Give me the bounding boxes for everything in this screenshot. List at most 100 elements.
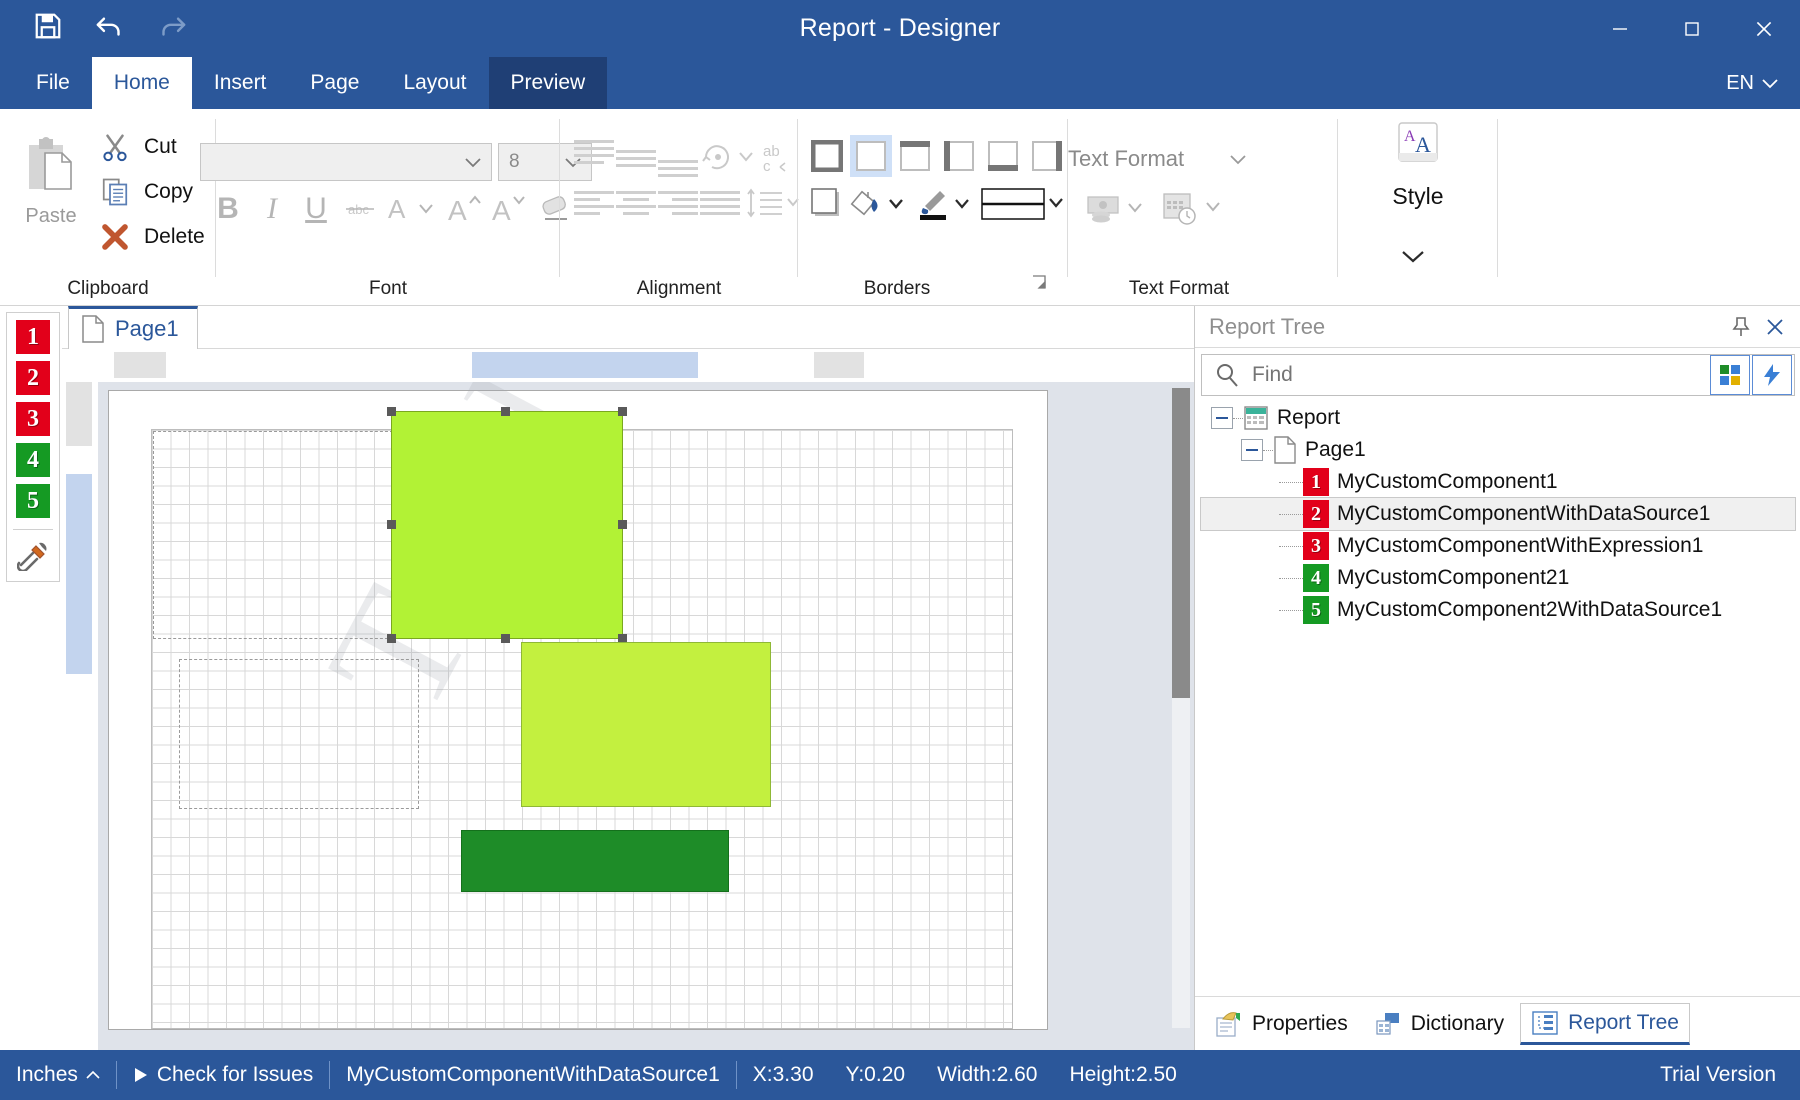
tree-node-page1[interactable]: Page1	[1201, 434, 1795, 466]
delete-button[interactable]: Delete	[100, 217, 205, 257]
status-y: Y:0.20	[845, 1063, 906, 1086]
close-panel-icon[interactable]	[1758, 310, 1792, 344]
ribbon-group-style: A A Style	[1338, 109, 1498, 306]
expander-report[interactable]	[1211, 407, 1233, 429]
report-tree-panel: Report Tree Find Report Page1 1 MyCustom…	[1194, 306, 1800, 1050]
report-tree-find-input[interactable]	[1252, 363, 1710, 387]
align-justify-button[interactable]	[694, 183, 746, 223]
border-bottom-button[interactable]	[982, 135, 1024, 177]
component-selected[interactable]	[391, 411, 623, 639]
toolbox-item-1[interactable]: 1	[16, 320, 50, 354]
resize-handle-sw[interactable]	[387, 634, 396, 643]
tab-file[interactable]: File	[14, 57, 92, 109]
minimize-button[interactable]	[1584, 0, 1656, 57]
rotate-text-button[interactable]	[700, 135, 760, 179]
toolbox-item-4[interactable]: 4	[16, 443, 50, 477]
paste-button[interactable]: Paste	[12, 121, 90, 251]
style-dropdown-icon[interactable]	[1400, 249, 1426, 268]
style-button[interactable]: A A Style	[1360, 119, 1476, 210]
increase-font-size-button[interactable]: A	[444, 187, 490, 231]
report-tree-title: Report Tree	[1209, 313, 1326, 339]
strikethrough-button[interactable]: abc	[338, 187, 382, 231]
tree-node-report[interactable]: Report	[1201, 402, 1795, 434]
status-check-issues[interactable]: Check for Issues	[117, 1050, 329, 1100]
font-family-combo[interactable]	[200, 143, 492, 181]
tools-icon[interactable]	[16, 541, 49, 576]
report-page[interactable]: Trial	[108, 382, 1048, 1030]
cut-button[interactable]: Cut	[100, 127, 177, 167]
tree-node-component-1[interactable]: 1 MyCustomComponent1	[1201, 466, 1795, 498]
border-style-button[interactable]	[978, 179, 1070, 229]
resize-handle-nw[interactable]	[387, 407, 396, 416]
component-green-secondary[interactable]	[521, 642, 771, 807]
component-dark-green[interactable]	[461, 830, 729, 892]
border-right-button[interactable]	[1026, 135, 1068, 177]
actions-button[interactable]	[1752, 355, 1792, 395]
paste-label: Paste	[25, 205, 77, 227]
border-none-button[interactable]	[850, 135, 892, 177]
text-format-combo[interactable]: Text Format	[1068, 139, 1256, 179]
border-left-button[interactable]	[938, 135, 980, 177]
report-tree-find-bar[interactable]	[1201, 354, 1795, 396]
tab-properties[interactable]: Properties	[1205, 1004, 1358, 1044]
language-selector[interactable]: EN	[1726, 57, 1778, 109]
canvas-vertical-scrollbar[interactable]	[1172, 388, 1190, 1028]
border-shadow-button[interactable]	[806, 183, 848, 225]
report-tree-nodes: Report Page1 1 MyCustomComponent1 2 MyCu…	[1200, 402, 1796, 626]
report-canvas[interactable]: Trial	[98, 382, 1194, 1050]
word-wrap-button[interactable]: ab c	[756, 135, 800, 179]
copy-button[interactable]: Copy	[100, 172, 193, 212]
decrease-font-size-button[interactable]: A	[488, 187, 534, 231]
canvas-scroll-thumb[interactable]	[1172, 388, 1190, 698]
close-button[interactable]	[1728, 0, 1800, 57]
tab-report-tree[interactable]: Report Tree	[1520, 1002, 1690, 1045]
underline-button[interactable]: U	[294, 187, 338, 231]
tab-home[interactable]: Home	[91, 57, 192, 109]
resize-handle-ne[interactable]	[618, 407, 627, 416]
expander-page1[interactable]	[1241, 439, 1263, 461]
border-top-button[interactable]	[894, 135, 936, 177]
tab-dictionary[interactable]: Dictionary	[1364, 1005, 1514, 1043]
border-color-button[interactable]	[916, 183, 978, 225]
italic-button[interactable]: I	[250, 187, 294, 231]
tab-insert[interactable]: Insert	[192, 57, 289, 109]
page-icon	[1273, 436, 1297, 464]
tree-node-component-5[interactable]: 5 MyCustomComponent2WithDataSource1	[1201, 594, 1795, 626]
maximize-button[interactable]	[1656, 0, 1728, 57]
svg-text:A: A	[388, 194, 406, 224]
tab-page[interactable]: Page	[288, 57, 381, 109]
resize-handle-n[interactable]	[501, 407, 510, 416]
text-format-value: Text Format	[1068, 146, 1185, 171]
bold-button[interactable]: B	[206, 187, 250, 231]
tree-label-page1: Page1	[1305, 438, 1366, 461]
toolbox-item-5[interactable]: 5	[16, 484, 50, 518]
search-icon	[1202, 362, 1252, 388]
tree-node-component-3[interactable]: 3 MyCustomComponentWithExpression1	[1201, 530, 1795, 562]
resize-handle-e[interactable]	[618, 520, 627, 529]
grid-view-button[interactable]	[1710, 355, 1750, 395]
pin-icon[interactable]	[1724, 310, 1758, 344]
line-spacing-button[interactable]	[742, 183, 804, 223]
tree-badge-5: 5	[1303, 596, 1329, 624]
ribbon-group-clipboard: Paste Cut Copy Delete Clipboard	[0, 109, 216, 306]
tree-badge-1: 1	[1303, 468, 1329, 496]
status-units[interactable]: Inches	[0, 1050, 116, 1100]
date-format-button[interactable]	[1158, 187, 1234, 231]
group-label-font: Font	[368, 278, 408, 299]
currency-format-button[interactable]	[1082, 187, 1154, 231]
title-bar: Report - Designer	[0, 0, 1800, 57]
tree-node-component-4[interactable]: 4 MyCustomComponent21	[1201, 562, 1795, 594]
toolbox-item-2[interactable]: 2	[16, 361, 50, 395]
tree-badge-2: 2	[1303, 500, 1329, 528]
fill-color-button[interactable]	[848, 183, 916, 225]
page-tab-page1[interactable]: Page1	[68, 306, 198, 349]
font-color-button[interactable]: A	[384, 187, 446, 231]
dictionary-label: Dictionary	[1410, 1011, 1505, 1035]
toolbox-item-3[interactable]: 3	[16, 402, 50, 436]
border-all-button[interactable]	[806, 135, 848, 177]
tab-layout[interactable]: Layout	[381, 57, 488, 109]
tree-node-component-2[interactable]: 2 MyCustomComponentWithDataSource1	[1200, 497, 1796, 531]
tab-preview[interactable]: Preview	[488, 57, 608, 109]
resize-handle-s[interactable]	[501, 634, 510, 643]
resize-handle-w[interactable]	[387, 520, 396, 529]
